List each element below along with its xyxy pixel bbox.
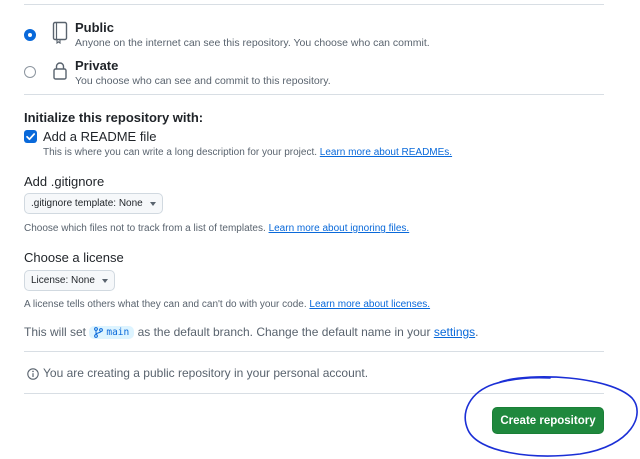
- info-message: You are creating a public repository in …: [43, 366, 369, 380]
- check-icon: [26, 133, 36, 141]
- license-dropdown-label: License: None: [31, 275, 95, 286]
- branch-note-middle: as the default branch. Change the defaul…: [137, 325, 431, 339]
- public-description: Anyone on the internet can see this repo…: [75, 37, 430, 49]
- gitignore-template-dropdown[interactable]: .gitignore template: None: [24, 193, 163, 214]
- gitignore-heading: Add .gitignore: [24, 174, 105, 189]
- gitignore-dropdown-label: .gitignore template: None: [31, 198, 143, 209]
- branch-note-suffix: .: [475, 325, 479, 339]
- readme-checkbox[interactable]: [24, 130, 37, 143]
- public-radio[interactable]: [24, 29, 36, 41]
- readme-learn-more-link[interactable]: Learn more about READMEs.: [320, 147, 452, 158]
- readme-description: This is where you can write a long descr…: [43, 147, 318, 158]
- license-description: A license tells others what they can and…: [24, 299, 307, 310]
- gitignore-description: Choose which files not to track from a l…: [24, 223, 266, 234]
- private-title[interactable]: Private: [75, 58, 118, 73]
- repo-icon: [50, 20, 70, 49]
- public-title[interactable]: Public: [75, 20, 114, 35]
- settings-link[interactable]: settings: [434, 325, 475, 339]
- private-radio[interactable]: [24, 66, 36, 78]
- gitignore-description-line: Choose which files not to track from a l…: [24, 223, 409, 234]
- readme-label[interactable]: Add a README file: [43, 129, 156, 144]
- git-branch-icon: [94, 327, 104, 339]
- info-icon: [27, 367, 39, 385]
- license-learn-more-link[interactable]: Learn more about licenses.: [309, 299, 430, 310]
- gitignore-learn-more-link[interactable]: Learn more about ignoring files.: [269, 223, 410, 234]
- top-divider: [24, 4, 604, 5]
- chevron-down-icon: [101, 278, 108, 283]
- branch-name: main: [106, 327, 130, 339]
- chevron-down-icon: [149, 201, 156, 206]
- license-dropdown[interactable]: License: None: [24, 270, 115, 291]
- license-heading: Choose a license: [24, 250, 124, 265]
- license-description-line: A license tells others what they can and…: [24, 299, 430, 310]
- private-description: You choose who can see and commit to thi…: [75, 75, 331, 87]
- initialize-heading: Initialize this repository with:: [24, 110, 204, 125]
- branch-pill: main: [89, 326, 135, 340]
- branch-note-prefix: This will set: [24, 325, 87, 339]
- branch-divider: [24, 351, 604, 352]
- readme-description-line: This is where you can write a long descr…: [43, 147, 452, 158]
- default-branch-note: This will set main as the default branch…: [24, 325, 479, 340]
- visibility-divider: [24, 94, 604, 95]
- annotation-circle: [464, 376, 638, 457]
- lock-icon: [50, 60, 70, 87]
